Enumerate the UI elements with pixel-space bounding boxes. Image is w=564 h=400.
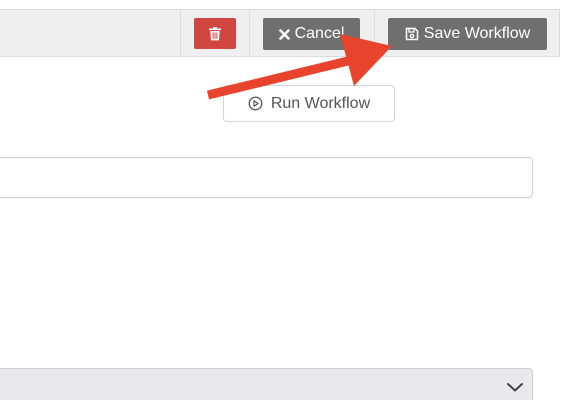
workflow-name-input[interactable] [0, 157, 533, 198]
run-workflow-label: Run Workflow [270, 94, 371, 112]
play-circle-icon [248, 96, 263, 111]
save-workflow-button[interactable]: Save Workflow [388, 18, 547, 50]
trash-icon [209, 26, 221, 41]
cancel-button[interactable]: Cancel [263, 18, 360, 50]
floppy-disk-icon [405, 27, 419, 41]
annotation-arrow [206, 34, 392, 100]
top-toolbar: Cancel Save Workflow [0, 9, 560, 57]
chevron-down-icon [506, 380, 524, 398]
toolbar-divider [249, 10, 250, 56]
x-icon [278, 28, 290, 40]
cancel-label: Cancel [294, 25, 345, 42]
toolbar-divider [180, 10, 181, 56]
save-workflow-label: Save Workflow [423, 25, 531, 42]
workflow-select[interactable] [0, 368, 533, 400]
workflow-editor: Cancel Save Workflow Run Workflow [0, 0, 564, 400]
delete-button[interactable] [194, 18, 236, 49]
toolbar-divider [374, 10, 375, 56]
run-workflow-button[interactable]: Run Workflow [223, 85, 395, 122]
